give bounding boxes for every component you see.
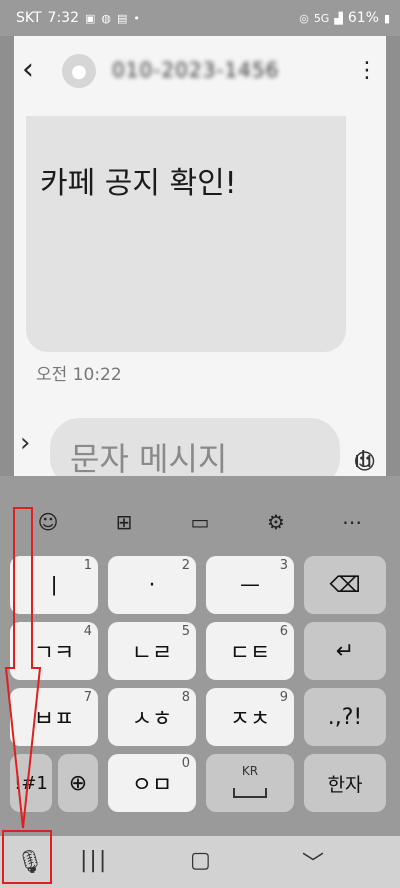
home-icon[interactable]: ▢: [190, 848, 211, 873]
recents-icon[interactable]: |||: [80, 848, 108, 873]
network-label: 5G: [313, 11, 330, 25]
key-number: 4: [83, 624, 92, 639]
composer: › 문자 메시지 ☺ ılı: [14, 416, 386, 488]
message-text: 카페 공지 확인!: [40, 166, 237, 201]
signal-icon: ▟: [334, 11, 343, 25]
key-label: ·: [148, 572, 156, 598]
key-number: 8: [181, 690, 190, 705]
globe-key[interactable]: ⊕: [58, 754, 98, 812]
key-label: ㅅㅎ: [131, 707, 173, 732]
voice-wave-icon[interactable]: ılı: [354, 448, 372, 473]
key-number: 9: [279, 690, 288, 705]
key-number: 5: [181, 624, 190, 639]
settings-icon[interactable]: ⚙: [256, 510, 296, 534]
message-input-placeholder: 문자 메시지: [70, 440, 228, 478]
key-bp[interactable]: ㅂㅍ 7: [10, 688, 98, 746]
key-nr[interactable]: ㄴㄹ 5: [108, 622, 196, 680]
key-eu[interactable]: ㅡ 3: [206, 556, 294, 614]
status-bar: SKT 7:32 ▣ ◍ ▤ • ◎ 5G ▟ 61% ▮: [0, 0, 400, 36]
keyboard: ☺ ⊞ ▭ ⚙ ⋯ ㅣ 1 · 2 ㅡ 3 ⌫ ㄱㅋ 4 ㄴㄹ 5 ㄷㅌ 6 ↵…: [0, 476, 400, 888]
clipboard-icon[interactable]: ▭: [180, 510, 220, 534]
backspace-icon: ⌫: [329, 572, 361, 598]
key-dot[interactable]: · 2: [108, 556, 196, 614]
key-label: !#1: [14, 772, 48, 794]
back-icon[interactable]: ‹: [22, 52, 52, 88]
enter-icon: ↵: [335, 638, 355, 664]
message-bubble[interactable]: 카페 공지 확인!: [26, 116, 346, 352]
key-label: ㅡ: [239, 575, 261, 600]
key-sh[interactable]: ㅅㅎ 8: [108, 688, 196, 746]
space-key[interactable]: KR: [206, 754, 294, 812]
navigation-bar: 🎙 ||| ▢ ﹀: [0, 836, 400, 888]
dot-icon: •: [133, 11, 140, 25]
more-vertical-icon[interactable]: ⋮: [356, 54, 378, 88]
chevron-right-icon[interactable]: ›: [20, 428, 30, 458]
key-number: 0: [181, 756, 190, 771]
conversation-header: ‹ ● 010-2023-1456 ⋮: [14, 50, 386, 90]
notification-icon: ▤: [117, 11, 128, 25]
space-lang-label: KR: [241, 764, 259, 778]
globe-icon: ⊕: [68, 770, 88, 796]
message-time: 오전 10:22: [36, 365, 122, 385]
symbols-key[interactable]: !#1: [10, 754, 52, 812]
contact-name[interactable]: 010-2023-1456: [112, 58, 279, 82]
key-gk[interactable]: ㄱㅋ 4: [10, 622, 98, 680]
keyboard-toolbar: ☺ ⊞ ▭ ⚙ ⋯: [0, 500, 400, 544]
avatar[interactable]: ●: [62, 54, 96, 88]
hotspot-icon: ◎: [299, 11, 309, 25]
key-label: ㄷㅌ: [229, 641, 271, 666]
hanja-key[interactable]: 한자: [304, 754, 386, 812]
key-om[interactable]: ㅇㅁ 0: [108, 754, 196, 812]
key-number: 2: [181, 558, 190, 573]
mic-highlight-box: [2, 830, 52, 884]
key-label: ㅂㅍ: [33, 707, 75, 732]
more-icon[interactable]: ⋯: [332, 510, 372, 534]
key-number: 3: [279, 558, 288, 573]
space-icon: [233, 788, 267, 798]
key-number: 6: [279, 624, 288, 639]
key-i[interactable]: ㅣ 1: [10, 556, 98, 614]
key-jc[interactable]: ㅈㅊ 9: [206, 688, 294, 746]
key-label: ㅇㅁ: [131, 773, 173, 798]
key-dt[interactable]: ㄷㅌ 6: [206, 622, 294, 680]
key-label: ㅈㅊ: [229, 707, 271, 732]
key-number: 1: [83, 558, 92, 573]
key-number: 7: [83, 690, 92, 705]
key-label: ㅣ: [43, 575, 65, 600]
key-label: 한자: [327, 773, 363, 796]
key-label: ㄱㅋ: [33, 641, 75, 666]
key-label: ㄴㄹ: [131, 641, 173, 666]
punctuation-key[interactable]: .,?!: [304, 688, 386, 746]
shield-icon: ◍: [101, 11, 112, 25]
enter-key[interactable]: ↵: [304, 622, 386, 680]
clock: 7:32: [47, 10, 79, 26]
backspace-key[interactable]: ⌫: [304, 556, 386, 614]
message-thread: ‹ ● 010-2023-1456 ⋮ 카페 공지 확인! 오전 10:22 ›…: [14, 36, 386, 488]
battery-icon: ▮: [383, 11, 390, 25]
nav-back-icon[interactable]: ﹀: [302, 846, 324, 878]
key-label: .,?!: [327, 704, 363, 730]
battery-label: 61%: [347, 10, 379, 26]
carrier-label: SKT: [16, 10, 42, 26]
sticker-icon[interactable]: ⊞: [104, 510, 144, 534]
gallery-icon: ▣: [85, 11, 96, 25]
emoji-icon[interactable]: ☺: [28, 510, 68, 534]
screen: SKT 7:32 ▣ ◍ ▤ • ◎ 5G ▟ 61% ▮ ‹ ● 010-20…: [0, 0, 400, 888]
